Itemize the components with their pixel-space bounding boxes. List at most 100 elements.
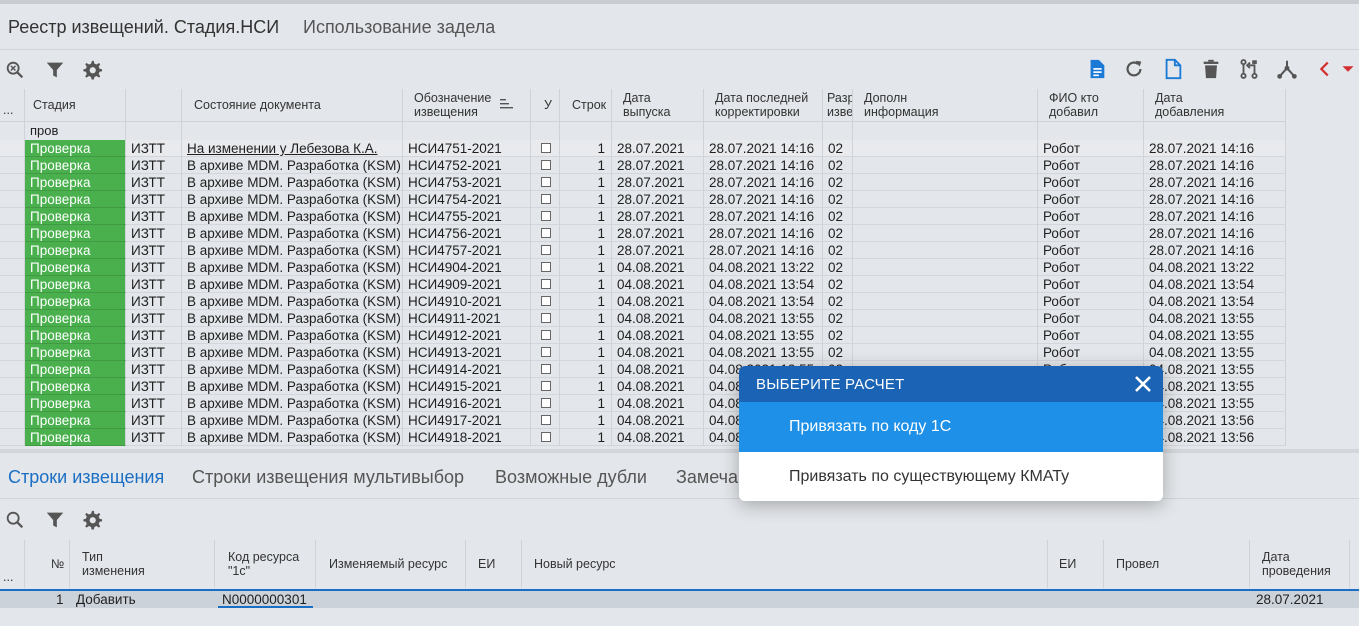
table-row[interactable]: Проверка ИЗТТ В архиве MDM. Разработка (KS… [0,191,1286,208]
header-rows[interactable]: Строк [560,89,612,121]
table-row[interactable]: Проверка ИЗТТ В архиве MDM. Разработка (KS… [0,310,1286,327]
fork-icon[interactable] [1275,57,1299,81]
header-release-date[interactable]: Дата выпуска [612,89,704,121]
header-doc-state[interactable]: Состояние документа [182,89,403,121]
search-clear-icon[interactable] [3,58,27,82]
caret-down-icon[interactable] [1336,57,1359,81]
checkbox[interactable] [541,347,551,357]
document-icon[interactable] [1085,57,1109,81]
header-change-type[interactable]: Тип изменения [70,540,215,588]
filter-cell[interactable] [823,122,853,140]
tab-notice-lines-multiselect[interactable]: Строки извещения мультивыбор [192,467,464,488]
filter-icon[interactable] [43,58,67,82]
chevron-left-icon[interactable] [1313,57,1337,81]
table-row[interactable]: Проверка ИЗТТ В архиве MDM. Разработка (KS… [0,276,1286,293]
checkbox[interactable] [541,177,551,187]
u-cell[interactable] [531,361,560,378]
gear-icon[interactable] [80,58,104,82]
header-notice-designation[interactable]: Обозначение извещения [403,89,531,121]
header-org[interactable] [126,89,182,121]
git-compare-icon[interactable] [1237,57,1261,81]
filter-cell[interactable] [126,122,182,140]
checkbox[interactable] [541,432,551,442]
header-changed-resource[interactable]: Изменяемый ресурс [316,540,466,588]
new-document-icon[interactable] [1161,57,1185,81]
search-icon[interactable] [3,508,27,532]
u-cell[interactable] [531,293,560,310]
u-cell[interactable] [531,344,560,361]
resource-code-cell[interactable]: N0000000301 [218,591,313,608]
filter-cell[interactable] [612,122,704,140]
filter-cell[interactable] [182,122,403,140]
stage-filter-input[interactable]: пров [25,122,126,140]
checkbox[interactable] [541,279,551,289]
header-last-correction[interactable]: Дата последней корректировки [704,89,823,121]
table-row[interactable]: Проверка ИЗТТ В архиве MDM. Разработка (KS… [0,344,1286,361]
header-added-by[interactable]: ФИО кто добавил [1038,89,1144,121]
close-icon[interactable] [1131,372,1155,396]
checkbox[interactable] [541,228,551,238]
header-added-date[interactable]: Дата добавления [1144,89,1286,121]
tab-zadel-usage[interactable]: Использование задела [303,17,495,38]
refresh-icon[interactable] [1122,57,1146,81]
filter-cell[interactable] [704,122,823,140]
checkbox[interactable] [541,245,551,255]
checkbox[interactable] [541,364,551,374]
checkbox[interactable] [541,415,551,425]
column-menu[interactable]: ... [0,89,25,121]
option-bind-by-kmat[interactable]: Привязать по существующему КМАТу [739,452,1163,501]
filter-cell[interactable] [1038,122,1144,140]
table-row[interactable]: Проверка ИЗТТ В архиве MDM. Разработка (KS… [0,225,1286,242]
filter-icon[interactable] [43,508,67,532]
header-resource-code[interactable]: Код ресурса "1с" [215,540,316,588]
u-cell[interactable] [531,174,560,191]
header-stage[interactable]: Стадия [25,89,126,121]
checkbox[interactable] [541,160,551,170]
u-cell[interactable] [531,429,560,446]
u-cell[interactable] [531,242,560,259]
checkbox[interactable] [541,381,551,391]
checkbox[interactable] [541,143,551,153]
tab-notice-lines[interactable]: Строки извещения [8,467,164,488]
header-dev[interactable]: Разр изве [823,89,853,121]
sort-icon[interactable] [500,98,514,113]
u-cell[interactable] [531,378,560,395]
table-row[interactable]: Проверка ИЗТТ В архиве MDM. Разработка (KS… [0,174,1286,191]
table-row[interactable]: Проверка ИЗТТ На изменении у Лебезова К.А.… [0,140,1286,157]
u-cell[interactable] [531,208,560,225]
option-bind-by-1c-code[interactable]: Привязать по коду 1С [739,402,1163,452]
table-row[interactable]: 1 Добавить N0000000301 28.07.2021 [0,589,1359,608]
u-cell[interactable] [531,157,560,174]
filter-cell[interactable] [531,122,560,140]
header-posted-by[interactable]: Провел [1104,540,1250,588]
checkbox[interactable] [541,296,551,306]
checkbox[interactable] [541,262,551,272]
u-cell[interactable] [531,191,560,208]
u-cell[interactable] [531,310,560,327]
tab-possible-duplicates[interactable]: Возможные дубли [495,467,647,488]
filter-cell[interactable] [853,122,1038,140]
column-menu[interactable]: ... [0,540,25,588]
header-unit-1[interactable]: ЕИ [466,540,522,588]
u-cell[interactable] [531,140,560,157]
header-number[interactable]: № [25,540,70,588]
u-cell[interactable] [531,225,560,242]
table-row[interactable]: Проверка ИЗТТ В архиве MDM. Разработка (KS… [0,293,1286,310]
table-row[interactable]: Проверка ИЗТТ В архиве MDM. Разработка (KS… [0,259,1286,276]
filter-cell[interactable] [1144,122,1286,140]
checkbox[interactable] [541,313,551,323]
tab-remarks[interactable]: Замеча [676,467,738,488]
checkbox[interactable] [541,211,551,221]
u-cell[interactable] [531,276,560,293]
checkbox[interactable] [541,194,551,204]
trash-icon[interactable] [1199,57,1223,81]
u-cell[interactable] [531,412,560,429]
header-new-resource[interactable]: Новый ресурс [522,540,1048,588]
header-posting-date[interactable]: Дата проведения [1250,540,1350,588]
table-row[interactable]: Проверка ИЗТТ В архиве MDM. Разработка (KS… [0,157,1286,174]
table-row[interactable]: Проверка ИЗТТ В архиве MDM. Разработка (KS… [0,242,1286,259]
table-row[interactable]: Проверка ИЗТТ В архиве MDM. Разработка (KS… [0,208,1286,225]
table-row[interactable]: Проверка ИЗТТ В архиве MDM. Разработка (KS… [0,327,1286,344]
u-cell[interactable] [531,259,560,276]
filter-cell[interactable] [560,122,612,140]
